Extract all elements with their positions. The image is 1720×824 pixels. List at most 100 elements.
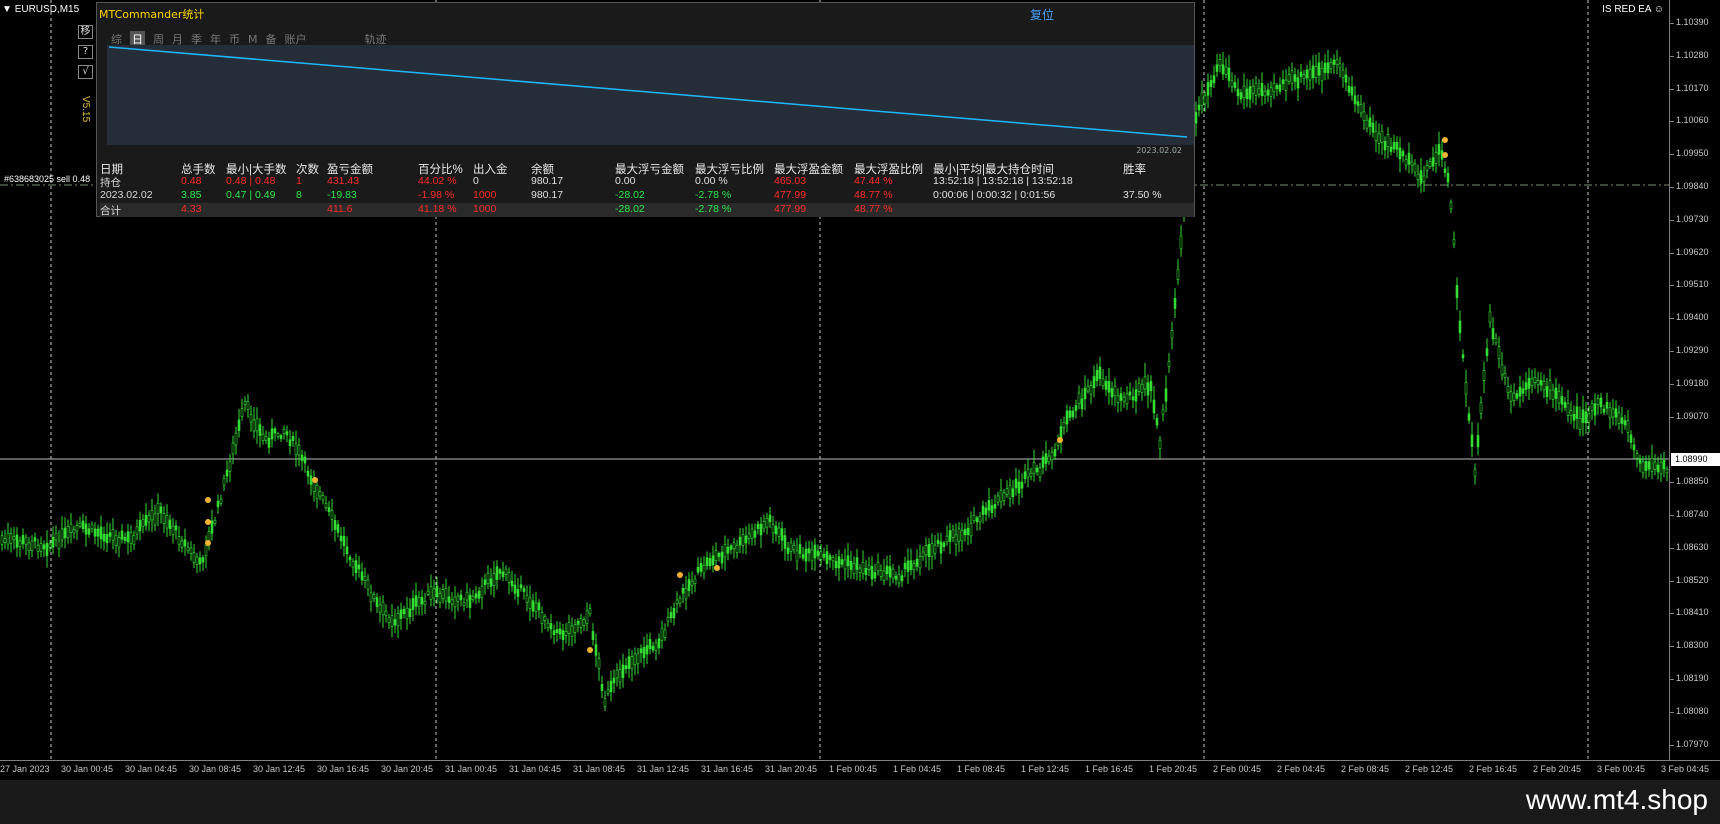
candle-body	[1515, 393, 1519, 399]
reset-button[interactable]: 复位	[1030, 6, 1054, 23]
time-tick: 31 Jan 08:45	[573, 764, 626, 774]
candle-body	[1278, 84, 1282, 92]
candle-body	[1239, 92, 1243, 100]
candle-body	[261, 433, 265, 441]
candle-body	[291, 436, 295, 441]
stats-cell: 477.99	[774, 189, 807, 201]
candle-body	[579, 618, 583, 628]
symbol-menu-icon[interactable]: ▼	[2, 4, 15, 15]
equity-line	[108, 46, 1188, 138]
candle-body	[1299, 71, 1303, 77]
footer-bar: www.mt4.shop	[0, 780, 1720, 824]
candle-body	[1197, 104, 1201, 111]
candle-body	[507, 572, 511, 583]
time-tick: 31 Jan 00:45	[445, 764, 498, 774]
candle-body	[390, 615, 394, 627]
candle-body	[1620, 417, 1624, 424]
candle-body	[738, 536, 742, 546]
time-axis[interactable]: 27 Jan 2023 30 Jan 00:45 30 Jan 04:45 30 Ja…	[0, 760, 1720, 780]
candle-body	[1074, 405, 1078, 411]
candle-body	[1314, 66, 1318, 78]
candle-body	[996, 495, 1000, 503]
candle-body	[1119, 393, 1123, 401]
candle-body	[1653, 461, 1657, 470]
candle-body	[333, 520, 337, 530]
candle-body	[1263, 90, 1267, 97]
candle-body	[984, 507, 988, 515]
price-axis[interactable]: 1.10390 1.10280 1.10170 1.10060 1.09950 1.098…	[1669, 0, 1720, 760]
stats-cell: 431.43	[327, 175, 360, 187]
candle-body	[87, 528, 91, 535]
candle-body	[369, 592, 373, 602]
candle-body	[99, 526, 103, 540]
candle-body	[222, 478, 226, 486]
candle-body	[690, 580, 694, 586]
candle-body	[1449, 202, 1453, 210]
stats-header-row: 日期 总手数 最小|大手数 次数 盈亏金额 百分比% 出入金 余额 最大浮亏金额 最大浮亏比例 最大…	[100, 161, 1194, 176]
candle-body	[1236, 88, 1240, 97]
candle-body	[342, 535, 346, 547]
candle-body	[1395, 141, 1399, 150]
candle-body	[1257, 88, 1261, 95]
candle-body	[1317, 62, 1321, 76]
candle-body	[438, 593, 442, 603]
candle-body	[144, 514, 148, 526]
move-button[interactable]: 移	[78, 25, 93, 39]
candle-body	[1371, 122, 1375, 133]
candle-body	[1050, 451, 1054, 461]
candle-body	[1227, 67, 1231, 81]
trade-marker	[587, 647, 593, 653]
candle-body	[957, 528, 961, 542]
candle-body	[1026, 468, 1030, 478]
candle-body	[75, 525, 79, 532]
candle-body	[1647, 461, 1651, 470]
candle-body	[1530, 378, 1534, 386]
candle-body	[1422, 175, 1426, 182]
trade-marker	[205, 519, 211, 525]
candle-body	[1140, 383, 1144, 393]
candle-body	[1488, 311, 1492, 323]
candle-body	[1623, 420, 1627, 426]
check-button[interactable]: √	[78, 65, 93, 79]
candle-body	[711, 555, 715, 566]
time-tick: 30 Jan 08:45	[189, 764, 242, 774]
stats-cell: -19.83	[327, 189, 357, 201]
candle-body	[795, 550, 799, 562]
equity-mini-chart	[107, 45, 1194, 145]
stats-row: 合计 4.33 411.6 41.18 % 1000 -28.02 -2.78 % 477.9…	[100, 203, 1194, 217]
candle-body	[1329, 62, 1333, 70]
candle-body	[810, 549, 814, 562]
candle-body	[1326, 62, 1330, 74]
candle-body	[516, 588, 520, 597]
candle-body	[969, 522, 973, 537]
candle-body	[1293, 74, 1297, 82]
price-tick: 1.08630	[1670, 541, 1709, 552]
candle-body	[1035, 467, 1039, 473]
candle-body	[1512, 392, 1516, 401]
candle-body	[615, 669, 619, 679]
stats-cell: 1	[296, 175, 302, 187]
candle-body	[213, 520, 217, 524]
candle-body	[1341, 69, 1345, 78]
candle-body	[648, 638, 652, 650]
candle-body	[366, 579, 370, 590]
candle-body	[1269, 87, 1273, 97]
candle-body	[858, 567, 862, 573]
candle-body	[498, 569, 502, 574]
stats-cell: 0.48 | 0.48	[226, 175, 276, 187]
candle-body	[1302, 74, 1306, 79]
candle-body	[465, 591, 469, 601]
candle-body	[696, 566, 700, 573]
candle-body	[1005, 488, 1009, 495]
candle-body	[1497, 346, 1501, 359]
candle-body	[30, 540, 34, 551]
candle-body	[153, 513, 157, 526]
candle-body	[834, 560, 838, 569]
help-button[interactable]: ?	[78, 45, 93, 59]
candle-body	[243, 401, 247, 405]
trade-marker	[677, 572, 683, 578]
candle-body	[1548, 380, 1552, 391]
candle-body	[1218, 59, 1222, 66]
candle-body	[726, 546, 730, 554]
candle-body	[1392, 142, 1396, 150]
